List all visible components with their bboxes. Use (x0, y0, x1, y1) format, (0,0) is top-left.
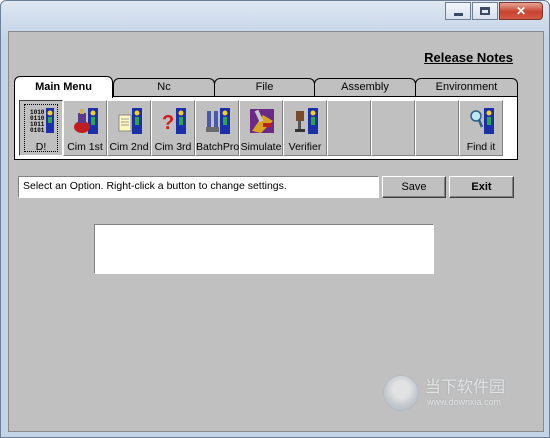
minimize-button[interactable] (445, 2, 471, 20)
simulate-button[interactable]: Simulate (239, 100, 283, 156)
watermark: 当下软件园 www.downxia.com (383, 373, 533, 419)
cim-3rd-label: Cim 3rd (154, 141, 192, 153)
tab-strip: Main Menu Nc File Assembly Environment (14, 76, 524, 98)
svg-text:0101: 0101 (30, 127, 45, 134)
watermark-logo-icon (383, 375, 419, 411)
save-button[interactable]: Save (382, 176, 446, 198)
empty-slot-3[interactable] (415, 100, 459, 156)
batchpro-button[interactable]: BatchPro (195, 100, 239, 156)
caption-buttons: ✕ (444, 2, 543, 20)
watermark-text: 当下软件园 (425, 377, 506, 396)
empty-slot-1[interactable] (327, 100, 371, 156)
app-window: ✕ Release Notes Main Menu Nc File Assemb… (0, 0, 550, 438)
maximize-button[interactable] (472, 2, 498, 20)
verifier-label: Verifier (288, 141, 322, 153)
svg-text:?: ? (162, 112, 174, 134)
main-menu-panel: 1010 0110 1011 0101 D! Cim 1st Cim 2nd ?… (14, 96, 518, 160)
title-bar[interactable]: ✕ (1, 1, 549, 31)
maximize-icon (480, 7, 490, 15)
find-it-icon (470, 108, 494, 134)
svg-text:0110: 0110 (30, 115, 45, 122)
client-area: Release Notes Main Menu Nc File Assembly… (8, 31, 544, 432)
find-it-label: Find it (466, 141, 496, 153)
close-button[interactable]: ✕ (499, 2, 543, 20)
cim-3rd-button[interactable]: ? Cim 3rd (151, 100, 195, 156)
exit-button[interactable]: Exit (449, 176, 514, 198)
verifier-button[interactable]: Verifier (283, 100, 327, 156)
find-it-button[interactable]: Find it (459, 100, 503, 156)
cim-1st-label: Cim 1st (67, 141, 103, 153)
svg-text:1011: 1011 (30, 121, 45, 128)
verifier-icon (295, 108, 318, 134)
status-message: Select an Option. Right-click a button t… (18, 176, 379, 198)
tab-environment[interactable]: Environment (415, 78, 518, 96)
cim-3rd-icon: ? (162, 108, 186, 134)
batchpro-icon (206, 108, 230, 134)
svg-text:1010: 1010 (30, 109, 45, 116)
release-notes-link[interactable]: Release Notes (424, 50, 513, 65)
tab-nc[interactable]: Nc (113, 78, 215, 96)
output-box (94, 224, 434, 274)
batchpro-label: BatchPro (196, 141, 240, 153)
cim-1st-button[interactable]: Cim 1st (63, 100, 107, 156)
watermark-url: www.downxia.com (427, 397, 502, 407)
close-icon: ✕ (515, 4, 527, 18)
tab-main-menu[interactable]: Main Menu (14, 76, 113, 98)
tab-assembly[interactable]: Assembly (314, 78, 416, 96)
cim-1st-icon (74, 108, 98, 134)
tab-file[interactable]: File (214, 78, 315, 96)
simulate-label: Simulate (240, 141, 282, 153)
d-button[interactable]: 1010 0110 1011 0101 D! (19, 100, 63, 156)
simulate-icon (250, 109, 274, 133)
d-button-label: D! (35, 141, 47, 153)
minimize-icon (453, 12, 463, 16)
cim-2nd-icon (118, 108, 142, 134)
empty-slot-2[interactable] (371, 100, 415, 156)
cim-2nd-button[interactable]: Cim 2nd (107, 100, 151, 156)
toolbar: 1010 0110 1011 0101 D! Cim 1st Cim 2nd ?… (19, 100, 513, 156)
binary-data-icon: 1010 0110 1011 0101 (30, 108, 54, 134)
cim-2nd-label: Cim 2nd (109, 141, 149, 153)
